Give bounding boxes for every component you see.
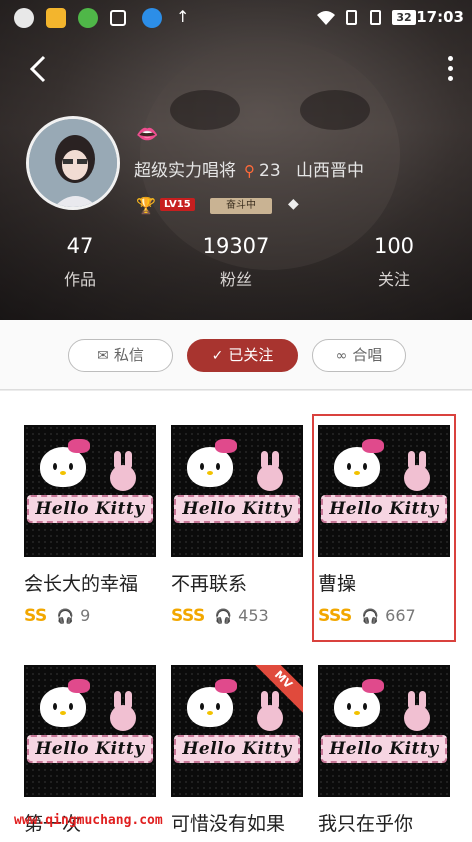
song-title: 可惜没有如果	[171, 813, 286, 835]
song-thumbnail[interactable]: Hello Kitty	[318, 425, 450, 557]
kitty-icon	[334, 679, 384, 727]
score-grade: SSS	[171, 606, 205, 626]
song-thumbnail[interactable]: Hello Kitty MV	[171, 665, 303, 797]
app-notification-icon	[14, 8, 34, 28]
ring-count: 23	[259, 161, 281, 181]
lips-icon: 👄	[136, 124, 159, 145]
thumbnail-text: Hello Kitty	[174, 735, 300, 763]
song-thumbnail[interactable]: Hello Kitty	[24, 665, 156, 797]
weather-icon	[46, 8, 66, 28]
song-thumbnail[interactable]: Hello Kitty	[171, 425, 303, 557]
song-title: 曹操	[318, 573, 357, 595]
location: 山西晋中	[296, 161, 365, 181]
bunny-icon	[404, 691, 430, 731]
sim-card-icon	[346, 10, 357, 25]
more-options-icon[interactable]	[444, 54, 456, 84]
score-grade: SSS	[318, 606, 352, 626]
song-meta: SS 🎧 9	[24, 606, 156, 628]
bunny-icon	[404, 451, 430, 491]
bunny-icon	[110, 451, 136, 491]
action-bar: ✉ 私信 ✓ 已关注 ∞ 合唱	[0, 320, 472, 390]
game-icon	[78, 8, 98, 28]
song-title: 不再联系	[171, 573, 248, 595]
stat-following[interactable]: 100 关注	[334, 234, 454, 290]
bunny-icon	[257, 691, 283, 731]
play-count: 453	[238, 606, 269, 625]
scan-icon	[110, 10, 126, 26]
battery-indicator: 32	[392, 10, 416, 25]
song-card[interactable]: Hello Kitty MV 可惜没有如果	[171, 665, 303, 836]
check-icon: ✓	[211, 348, 224, 364]
song-card[interactable]: Hello Kitty 曹操 SSS 🎧 667	[318, 425, 450, 628]
level-badge: LV15	[160, 198, 195, 211]
song-title: 我只在乎你	[318, 813, 414, 835]
thumbnail-text: Hello Kitty	[174, 495, 300, 523]
nickname: 超级实力唱将	[134, 161, 236, 181]
song-card[interactable]: Hello Kitty 我只在乎你	[318, 665, 450, 836]
status-bar: ↑ 32 17:03	[0, 0, 472, 36]
profile-header: ↑ 32 17:03 👄 超级实力唱将 ⚲ 23 山西晋中 🏆 LV15 奋斗中 ◆	[0, 0, 472, 320]
headphones-icon: 🎧	[214, 609, 233, 625]
sim-card-icon	[370, 10, 381, 25]
song-card[interactable]: Hello Kitty 第一次	[24, 665, 156, 836]
song-card[interactable]: Hello Kitty 不再联系 SSS 🎧 453	[171, 425, 303, 628]
duet-icon: ∞	[335, 348, 348, 364]
trophy-icon: 🏆	[136, 196, 156, 215]
thumbnail-text: Hello Kitty	[321, 495, 447, 523]
message-button[interactable]: ✉ 私信	[68, 339, 173, 372]
score-grade: SS	[24, 606, 47, 626]
stat-label: 粉丝	[219, 270, 252, 289]
watermark: www.qingmuchang.com	[14, 813, 163, 828]
thumbnail-text: Hello Kitty	[321, 735, 447, 763]
message-label: 私信	[113, 346, 144, 364]
stat-value: 47	[66, 234, 94, 258]
song-grid: Hello Kitty 会长大的幸福 SS 🎧 9 Hello Kitty 不再联系…	[0, 391, 472, 842]
kitty-icon	[40, 439, 90, 487]
song-thumbnail[interactable]: Hello Kitty	[318, 665, 450, 797]
clock: 17:03	[416, 8, 464, 26]
upload-arrow-icon: ↑	[176, 7, 190, 26]
kitty-icon	[334, 439, 384, 487]
bunny-icon	[257, 451, 283, 491]
kitty-icon	[40, 679, 90, 727]
play-count: 667	[385, 606, 416, 625]
stat-value: 100	[373, 234, 415, 258]
back-arrow-icon[interactable]	[26, 54, 50, 84]
song-meta: SSS 🎧 667	[318, 606, 450, 628]
play-count: 9	[80, 606, 91, 625]
wifi-icon	[317, 11, 335, 25]
headphones-icon: 🎧	[56, 609, 75, 625]
envelope-icon: ✉	[97, 348, 109, 364]
thumbnail-text: Hello Kitty	[27, 495, 153, 523]
kitty-icon	[187, 679, 237, 727]
browser-icon	[142, 8, 162, 28]
stat-fans[interactable]: 19307 粉丝	[176, 234, 296, 290]
headphones-icon: 🎧	[361, 609, 380, 625]
stat-label: 作品	[63, 270, 96, 289]
song-title: 会长大的幸福	[24, 573, 139, 595]
duet-button[interactable]: ∞ 合唱	[312, 339, 406, 372]
stat-label: 关注	[377, 270, 410, 289]
kitty-icon	[187, 439, 237, 487]
follow-label: 已关注	[228, 346, 274, 364]
thumbnail-text: Hello Kitty	[27, 735, 153, 763]
follow-button[interactable]: ✓ 已关注	[187, 339, 298, 372]
ring-icon: ⚲	[244, 162, 255, 180]
bunny-icon	[110, 691, 136, 731]
stat-works[interactable]: 47 作品	[20, 234, 140, 290]
profile-stats: 47 作品 19307 粉丝 100 关注	[0, 234, 472, 298]
profile-info-line: 超级实力唱将 ⚲ 23 山西晋中	[134, 156, 364, 181]
song-card[interactable]: Hello Kitty 会长大的幸福 SS 🎧 9	[24, 425, 156, 628]
stat-value: 19307	[202, 234, 270, 258]
avatar[interactable]	[26, 116, 120, 210]
rank-badge: 奋斗中	[210, 198, 272, 214]
song-thumbnail[interactable]: Hello Kitty	[24, 425, 156, 557]
song-meta: SSS 🎧 453	[171, 606, 303, 628]
duet-label: 合唱	[352, 346, 383, 364]
diamond-icon: ◆	[288, 196, 299, 212]
